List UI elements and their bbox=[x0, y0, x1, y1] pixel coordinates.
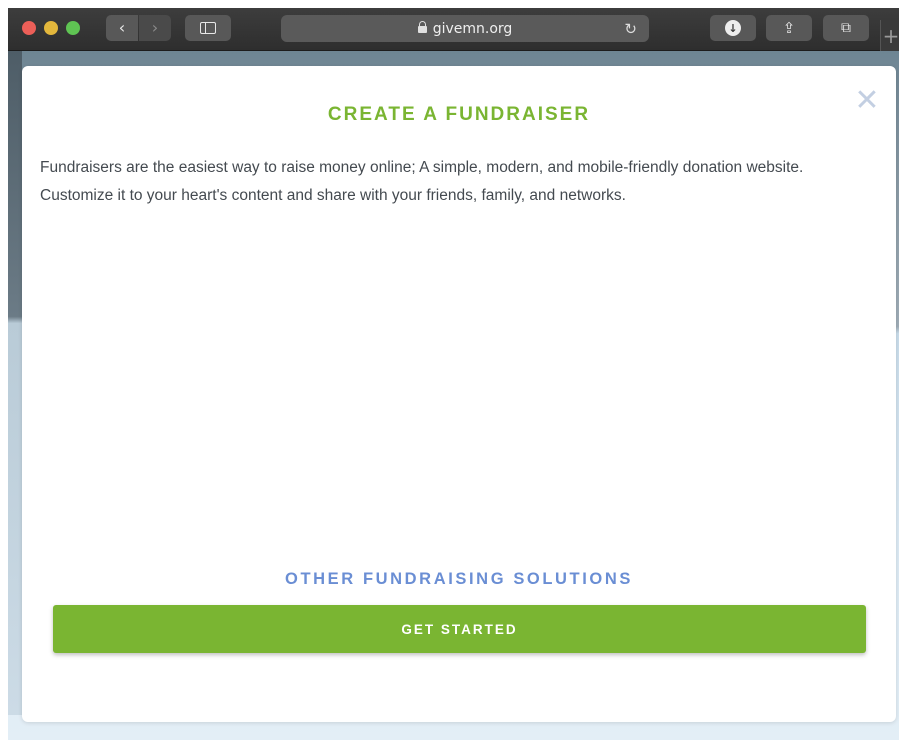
close-window-icon[interactable] bbox=[22, 21, 36, 35]
share-icon: ⇪ bbox=[782, 18, 796, 37]
forward-button[interactable]: › bbox=[139, 15, 171, 41]
modal-description: Fundraisers are the easiest way to raise… bbox=[40, 159, 804, 204]
zoom-window-icon[interactable] bbox=[66, 21, 80, 35]
page-background-edge bbox=[8, 51, 22, 715]
lock-icon bbox=[417, 21, 427, 33]
chevron-right-icon: › bbox=[151, 18, 159, 37]
sidebar-icon bbox=[200, 22, 216, 34]
address-bar[interactable]: givemn.org ↻ bbox=[281, 15, 649, 42]
share-button[interactable]: ⇪ bbox=[766, 15, 812, 41]
minimize-window-icon[interactable] bbox=[44, 21, 58, 35]
plus-icon: + bbox=[882, 23, 899, 48]
downloads-button[interactable]: ↓ bbox=[710, 15, 756, 41]
tabs-overview-icon: ⧉ bbox=[841, 20, 851, 36]
modal-title: CREATE A FUNDRAISER bbox=[327, 104, 591, 125]
browser-toolbar: ‹ › givemn.org ↻ ↓ ⇪ ⧉ + bbox=[8, 8, 899, 51]
back-button[interactable]: ‹ bbox=[106, 15, 138, 41]
new-tab-button[interactable]: + bbox=[880, 20, 899, 51]
get-started-button[interactable]: GET STARTED bbox=[53, 605, 866, 653]
other-fundraising-solutions-link[interactable]: OTHER FUNDRAISING SOLUTIONS bbox=[22, 570, 896, 589]
close-icon[interactable]: ✕ bbox=[854, 86, 880, 116]
address-url: givemn.org bbox=[432, 20, 513, 37]
sidebar-toggle-button[interactable] bbox=[185, 15, 231, 41]
reload-icon[interactable]: ↻ bbox=[624, 20, 637, 38]
create-fundraiser-modal: CREATE A FUNDRAISER ✕ Fundraisers are th… bbox=[22, 66, 896, 722]
show-tabs-button[interactable]: ⧉ bbox=[823, 15, 869, 41]
chevron-left-icon: ‹ bbox=[118, 18, 126, 37]
page-left-margin bbox=[0, 0, 8, 740]
download-icon: ↓ bbox=[725, 20, 741, 36]
